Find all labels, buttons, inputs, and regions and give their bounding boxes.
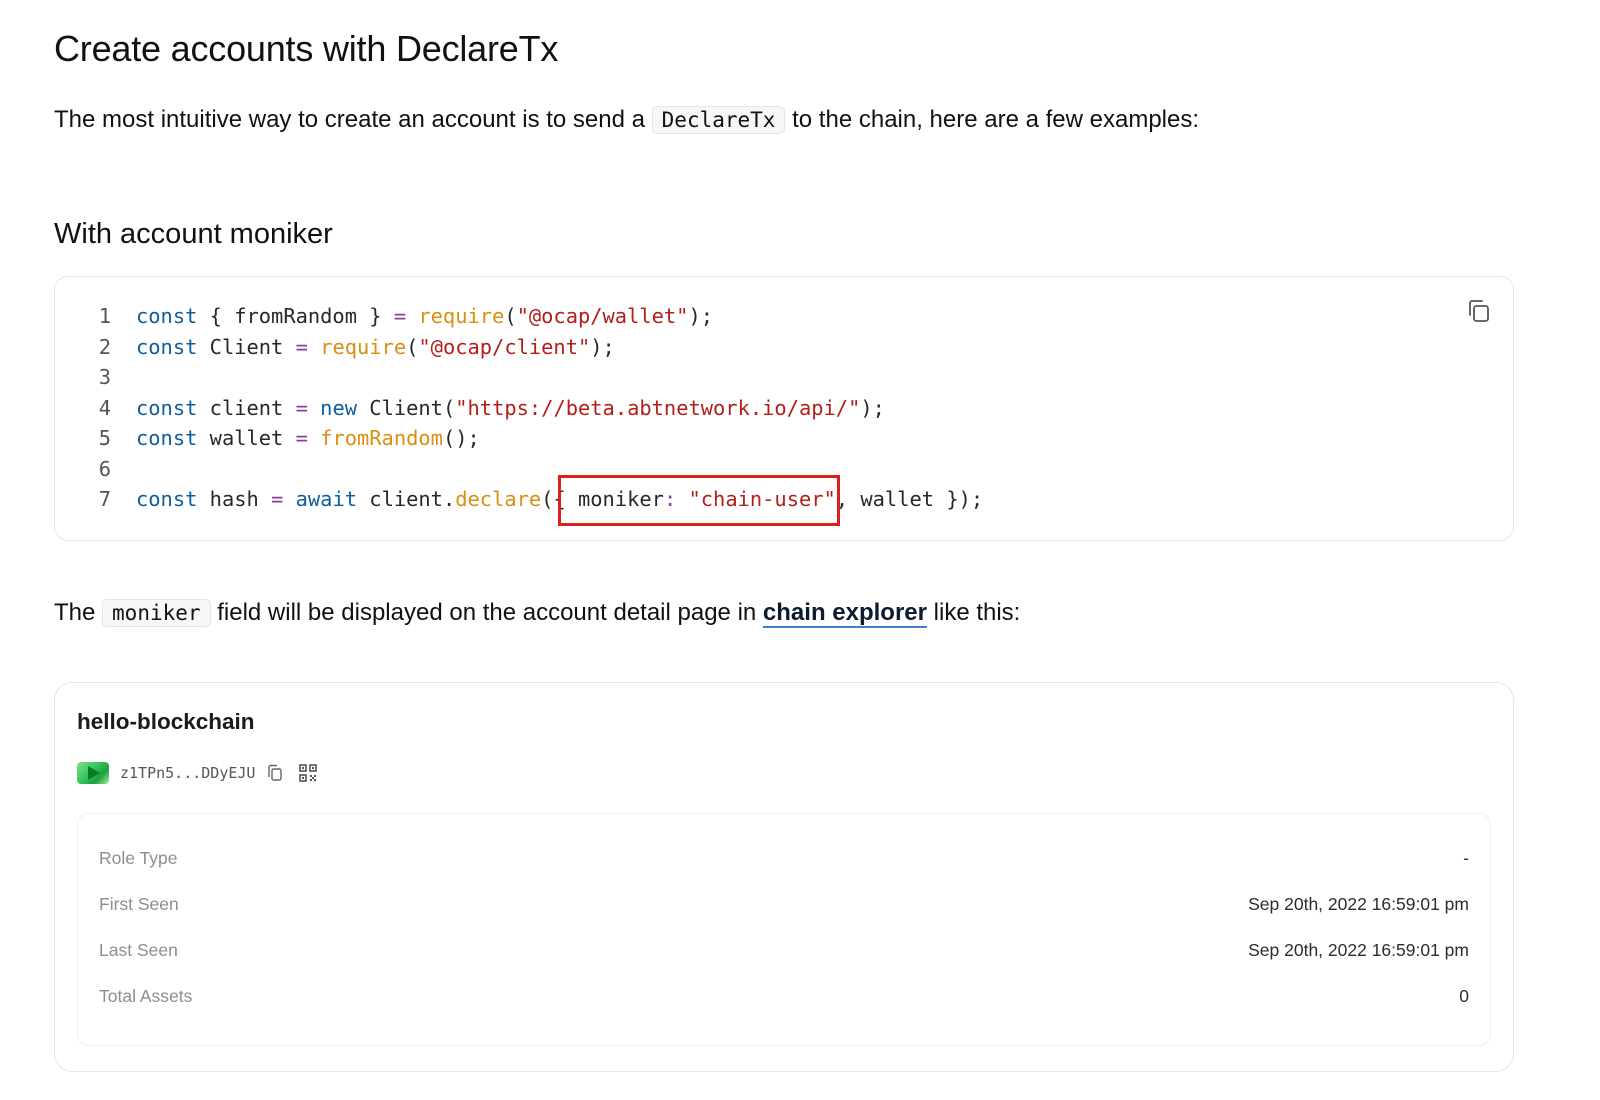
detail-row-total-assets: Total Assets 0	[78, 976, 1490, 1016]
copy-code-button[interactable]	[1465, 297, 1493, 325]
detail-value: Sep 20th, 2022 16:59:01 pm	[1248, 894, 1469, 914]
detail-label: Total Assets	[99, 986, 193, 1006]
detail-value: 0	[1459, 986, 1469, 1006]
account-address: z1TPn5...DDyEJU	[120, 764, 256, 782]
line-number: 3	[98, 365, 111, 389]
code-line: 1 const { fromRandom } = require("@ocap/w…	[79, 301, 713, 332]
code-token: hash	[197, 487, 272, 511]
code-token: const	[136, 395, 198, 420]
inline-code-moniker: moniker	[102, 599, 211, 627]
code-token: "@ocap/client"	[418, 334, 591, 359]
explorer-screenshot-card: hello-blockchain z1TPn5...DDyEJU Role Ty…	[54, 682, 1514, 1072]
intro-text-after: to the chain, here are a few examples:	[792, 106, 1200, 133]
page-title: Create accounts with DeclareTx	[54, 28, 559, 69]
code-token: ();	[442, 426, 480, 450]
line-number: 7	[98, 487, 111, 511]
code-token: "@ocap/wallet"	[516, 304, 689, 328]
code-token: new	[320, 395, 358, 420]
section-heading: With account moniker	[54, 218, 333, 250]
code-token: const	[136, 304, 198, 328]
code-token: =	[393, 304, 407, 328]
code-token: { fromRandom }	[197, 304, 394, 328]
code-token: fromRandom	[320, 426, 443, 450]
line-number: 4	[98, 395, 111, 420]
detail-row-first-seen: First Seen Sep 20th, 2022 16:59:01 pm	[78, 884, 1490, 924]
para2-text-before: The	[54, 599, 96, 626]
code-line: 4 const client = new Client("https://beta…	[79, 393, 885, 424]
detail-label: Role Type	[99, 848, 178, 868]
detail-label: Last Seen	[99, 940, 178, 960]
code-token: (	[406, 334, 419, 359]
detail-row-last-seen: Last Seen Sep 20th, 2022 16:59:01 pm	[78, 930, 1490, 970]
qr-code-icon[interactable]	[299, 764, 318, 782]
code-line: 2 const Client = require("@ocap/client");	[79, 332, 615, 363]
account-details-panel: Role Type - First Seen Sep 20th, 2022 16…	[77, 813, 1491, 1046]
code-token: =	[271, 487, 284, 511]
account-avatar	[77, 762, 109, 784]
code-token: );	[688, 304, 714, 328]
code-token: =	[295, 426, 308, 450]
line-number: 2	[98, 334, 111, 359]
code-token: require	[320, 334, 407, 359]
code-text: const Client = require("@ocap/client");	[136, 332, 615, 363]
address-row: z1TPn5...DDyEJU	[77, 762, 318, 784]
code-token: Client(	[357, 395, 456, 420]
code-token: );	[590, 334, 615, 359]
copy-icon	[1469, 300, 1489, 322]
code-token: client.	[357, 487, 456, 511]
docs-page: Create accounts with DeclareTx The most …	[0, 0, 1600, 1100]
account-name: hello-blockchain	[77, 709, 255, 734]
code-text: const client = new Client("https://beta.…	[136, 393, 885, 424]
copy-address-icon[interactable]	[267, 764, 283, 782]
code-line: 6	[79, 454, 111, 485]
para2-text-after: like this:	[933, 599, 1021, 626]
code-line: 3	[79, 362, 111, 393]
code-token: const	[136, 334, 198, 359]
code-token: const	[136, 426, 198, 450]
chain-explorer-link[interactable]: chain explorer	[763, 599, 927, 626]
code-lines: 1 const { fromRandom } = require("@ocap/w…	[79, 301, 983, 515]
code-token: , wallet });	[835, 487, 984, 511]
code-line: 7 const hash = await client.declare({ mon…	[79, 484, 983, 515]
line-number: 6	[98, 456, 111, 481]
detail-row-role-type: Role Type -	[78, 838, 1490, 878]
code-token: Client	[197, 334, 296, 359]
code-token: client	[197, 395, 296, 420]
code-token: =	[295, 395, 308, 420]
code-text: const { fromRandom } = require("@ocap/wa…	[136, 301, 713, 332]
inline-code-declaretx: DeclareTx	[651, 106, 786, 134]
intro-text-before: The most intuitive way to create an acco…	[54, 106, 645, 133]
code-token: await	[295, 487, 358, 511]
para2-text-middle: field will be displayed on the account d…	[217, 599, 757, 626]
code-token: declare	[455, 487, 542, 511]
intro-paragraph: The most intuitive way to create an acco…	[54, 100, 1199, 140]
detail-value: Sep 20th, 2022 16:59:01 pm	[1248, 940, 1469, 960]
code-token: );	[860, 395, 885, 420]
code-token: (	[504, 304, 517, 328]
moniker-highlight-box	[558, 475, 840, 526]
moniker-paragraph: The moniker field will be displayed on t…	[54, 593, 1020, 633]
detail-value: -	[1463, 848, 1469, 868]
code-token: =	[295, 334, 308, 359]
detail-label: First Seen	[99, 894, 179, 914]
code-line: 5 const wallet = fromRandom();	[79, 423, 480, 454]
line-number: 5	[98, 426, 111, 450]
code-token: const	[136, 487, 198, 511]
code-token: require	[418, 304, 505, 328]
code-text: const wallet = fromRandom();	[136, 423, 480, 454]
code-token: wallet	[197, 426, 296, 450]
line-number: 1	[98, 304, 111, 328]
code-token: "https://beta.abtnetwork.io/api/"	[455, 395, 861, 420]
